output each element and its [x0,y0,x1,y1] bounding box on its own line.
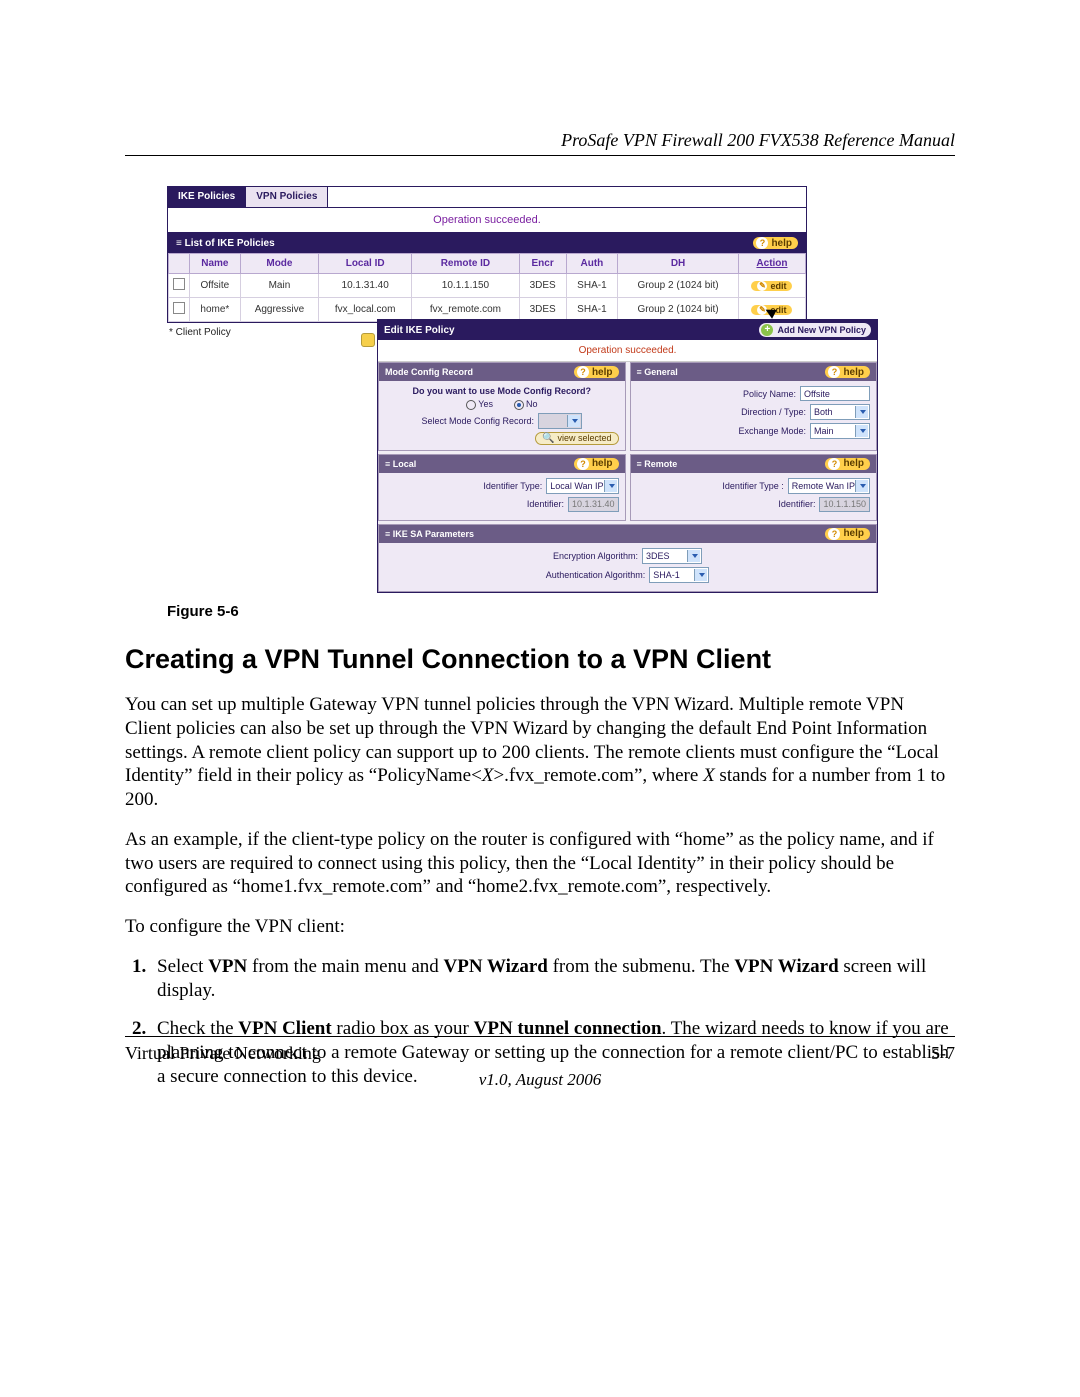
row-checkbox[interactable] [173,278,185,290]
section-heading: Creating a VPN Tunnel Connection to a VP… [125,644,955,675]
local-panel: ≡ Local ?help Identifier Type: Local Wan… [378,454,626,521]
ike-list-header: ≡ List of IKE Policies ?help [168,233,806,253]
col-encr: Encr [519,254,566,274]
exchange-mode-select[interactable]: Main [810,423,870,439]
plus-icon: + [761,324,773,336]
radio-no[interactable] [514,400,524,410]
tab-vpn-policies[interactable]: VPN Policies [246,187,328,208]
encryption-algorithm-select[interactable]: 3DES [642,548,702,564]
help-badge[interactable]: ?help [825,458,870,470]
page-footer: Virtual Private Networking 5-7 v1.0, Aug… [125,1036,955,1090]
col-name: Name [190,254,241,274]
radio-no-label: No [526,399,538,409]
policy-name-field[interactable]: Offsite [800,386,870,401]
ike-policies-table: Name Mode Local ID Remote ID Encr Auth D… [168,253,806,322]
help-badge[interactable]: ?help [574,458,619,470]
step-1: Select VPN from the main menu and VPN Wi… [151,955,955,1003]
col-auth: Auth [566,254,618,274]
remote-id-type-label: Identifier Type : [722,481,783,491]
paragraph-2: As an example, if the client-type policy… [125,828,955,899]
direction-type-label: Direction / Type: [741,407,806,417]
tab-spacer [328,187,806,208]
edit-ike-panel: Edit IKE Policy + Add New VPN Policy Ope… [377,319,878,593]
col-remote-id: Remote ID [412,254,519,274]
col-dh: DH [618,254,739,274]
footer-chapter: Virtual Private Networking [125,1043,321,1064]
remote-identifier-field[interactable]: 10.1.1.150 [819,497,870,512]
local-identifier-field[interactable]: 10.1.31.40 [568,497,619,512]
exchange-mode-label: Exchange Mode: [738,426,806,436]
col-action: Action [738,254,805,274]
mode-config-select[interactable] [538,413,582,429]
running-header: ProSafe VPN Firewall 200 FVX538 Referenc… [125,130,955,151]
select-mode-config-label: Select Mode Config Record: [421,416,534,426]
footer-page-number: 5-7 [931,1043,955,1064]
local-id-type-select[interactable]: Local Wan IP [546,478,618,494]
remote-identifier-label: Identifier: [778,499,815,509]
general-panel: ≡ General ?help Policy Name: Offsite Dir… [630,362,878,451]
paragraph-1: You can set up multiple Gateway VPN tunn… [125,693,955,812]
figure-screenshot: IKE Policies VPN Policies Operation succ… [167,186,955,591]
col-local-id: Local ID [319,254,412,274]
remote-id-type-select[interactable]: Remote Wan IP [788,478,870,494]
policy-tabs: IKE Policies VPN Policies [168,187,806,208]
help-badge[interactable]: ?help [753,237,798,249]
ike-sa-panel: ≡ IKE SA Parameters ?help Encryption Alg… [378,524,877,592]
edit-button[interactable]: ✎edit [751,281,792,291]
help-badge[interactable]: ?help [825,366,870,378]
row-checkbox[interactable] [173,302,185,314]
help-badge[interactable]: ?help [574,366,619,378]
footer-version: v1.0, August 2006 [125,1070,955,1090]
search-icon: 🔍 [542,433,554,444]
tab-ike-policies[interactable]: IKE Policies [168,187,246,208]
add-new-vpn-policy-button[interactable]: + Add New VPN Policy [759,323,871,337]
header-rule [125,155,955,156]
paragraph-3: To configure the VPN client: [125,915,955,939]
edit-op-message: Operation succeeded. [378,340,877,362]
table-row: Offsite Main 10.1.31.40 10.1.1.150 3DES … [169,274,806,298]
remote-panel: ≡ Remote ?help Identifier Type : Remote … [630,454,878,521]
edit-icon: ✎ [757,281,767,291]
select-all-icon[interactable] [361,333,375,347]
edit-ike-titlebar: Edit IKE Policy + Add New VPN Policy [378,320,877,340]
help-badge[interactable]: ?help [825,528,870,540]
ike-list-title: ≡ List of IKE Policies [176,238,275,249]
operation-message: Operation succeeded. [168,208,806,233]
encryption-algorithm-label: Encryption Algorithm: [553,551,638,561]
direction-type-select[interactable]: Both [810,404,870,420]
auth-algorithm-label: Authentication Algorithm: [546,570,646,580]
view-selected-button[interactable]: 🔍view selected [535,432,618,445]
ike-panel: IKE Policies VPN Policies Operation succ… [167,186,807,323]
mode-config-question: Do you want to use Mode Config Record? [385,386,619,396]
auth-algorithm-select[interactable]: SHA-1 [649,567,709,583]
radio-yes-label: Yes [478,399,493,409]
mode-config-panel: Mode Config Record ?help Do you want to … [378,362,626,451]
radio-yes[interactable] [466,400,476,410]
figure-caption: Figure 5-6 [167,603,955,620]
policy-name-label: Policy Name: [743,389,796,399]
table-row: home* Aggressive fvx_local.com fvx_remot… [169,298,806,322]
local-id-type-label: Identifier Type: [483,481,542,491]
col-mode: Mode [240,254,318,274]
local-identifier-label: Identifier: [527,499,564,509]
